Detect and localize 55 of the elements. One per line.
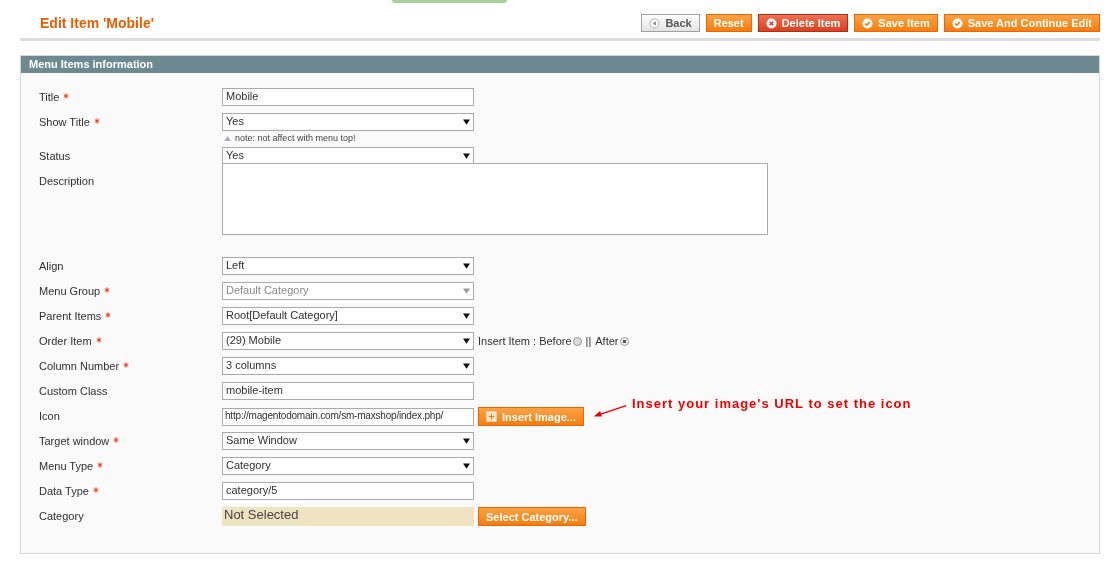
field-label: Parent Items — [39, 310, 102, 322]
caret-icon — [463, 438, 470, 444]
dropdown[interactable]: Root[Default Category] — [222, 307, 474, 325]
radio-label: After — [595, 335, 619, 347]
page-title: Edit Item 'Mobile' — [40, 15, 154, 31]
text-field[interactable]: Mobile — [222, 88, 474, 106]
section-header: Menu Items information — [21, 56, 1099, 73]
category-field: Not Selected — [222, 507, 474, 526]
field-label: Status — [39, 150, 71, 162]
toolbar-button[interactable]: Back — [641, 14, 700, 32]
caret-icon — [463, 153, 470, 159]
toolbar-button[interactable]: Delete Item — [757, 14, 849, 32]
dropdown[interactable]: Category — [222, 457, 474, 475]
dropdown[interactable]: Same Window — [222, 432, 474, 450]
caret-icon — [463, 263, 470, 269]
field-label: Target window — [39, 435, 110, 447]
field-label: Title — [39, 91, 60, 103]
dropdown[interactable]: Yes — [222, 113, 474, 131]
field-label: Align — [39, 260, 64, 272]
back-icon — [649, 17, 661, 29]
dropdown[interactable]: Left — [222, 257, 474, 275]
delete-icon — [765, 17, 777, 29]
arrow-icon — [592, 402, 628, 419]
caret-icon — [463, 288, 470, 294]
dropdown[interactable]: 3 columns — [222, 357, 474, 375]
check-icon — [951, 17, 963, 29]
field-label: Column Number — [39, 360, 120, 372]
caret-icon — [463, 338, 470, 344]
field-label: Data Type — [39, 485, 89, 497]
text-field[interactable]: mobile-item — [222, 382, 474, 400]
caret-icon — [463, 363, 470, 369]
field-label: Menu Group — [39, 285, 101, 297]
field-label: Show Title — [39, 116, 90, 128]
dropdown[interactable]: (29) Mobile — [222, 332, 474, 350]
text-field[interactable]: http://magentodomain.com/sm-maxshop/index.php/ — [222, 407, 474, 426]
triangle-icon — [224, 135, 231, 141]
separator-text: || — [585, 335, 592, 347]
caret-icon — [463, 463, 470, 469]
field-label: Custom Class — [39, 385, 108, 397]
field-label: Category — [39, 510, 84, 522]
textarea[interactable] — [222, 163, 768, 235]
field-label: Menu Type — [39, 460, 94, 472]
radio-button[interactable] — [572, 336, 582, 346]
caret-icon — [463, 313, 470, 319]
field-note: note: not affect with menu top! — [235, 133, 356, 143]
caret-icon — [463, 119, 470, 125]
check-icon — [862, 17, 874, 29]
annotation-text: Insert your image's URL to set the icon — [632, 396, 912, 411]
field-label: Description — [39, 175, 95, 187]
text-field[interactable]: category/5 — [222, 482, 474, 500]
radio-button[interactable] — [619, 336, 629, 346]
field-label: Order Item — [39, 335, 92, 347]
insert-label: Insert Item : Before — [478, 335, 572, 347]
field-label: Icon — [39, 410, 60, 422]
image-icon — [486, 411, 497, 422]
